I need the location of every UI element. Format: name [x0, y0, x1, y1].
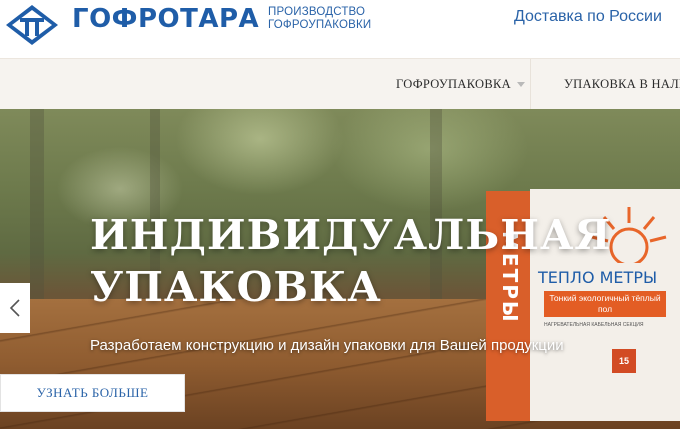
box-fine-print: НАГРЕВАТЕЛЬНАЯ КАБЕЛЬНАЯ СЕКЦИЯ — [544, 322, 644, 328]
hero-subtitle: Разработаем конструкцию и дизайн упаковк… — [90, 337, 564, 354]
hero-title: ИНДИВИДУАЛЬНАЯ УПАКОВКА — [90, 209, 612, 313]
nav-item-upakovka-v-nalichii[interactable]: УПАКОВКА В НАЛИ — [564, 59, 680, 109]
brand-name[interactable]: ГОФРОТАРА — [72, 3, 259, 35]
background-tree — [30, 109, 44, 299]
box-badge: 15 — [612, 349, 636, 373]
nav-item-label: УПАКОВКА В НАЛИ — [564, 77, 680, 91]
hero-title-line: УПАКОВКА — [90, 263, 382, 311]
nav-divider — [530, 59, 531, 109]
chevron-left-icon — [9, 299, 20, 317]
site-header: ГОФРОТАРА ПРОИЗВОДСТВО ГОФРОУПАКОВКИ Дос… — [0, 0, 680, 58]
hero-title-line: ИНДИВИДУАЛЬНАЯ — [90, 211, 612, 259]
delivery-link[interactable]: Доставка по России — [514, 8, 662, 26]
main-nav: ГОФРОУПАКОВКА УПАКОВКА В НАЛИ — [0, 58, 680, 109]
learn-more-button[interactable]: УЗНАТЬ БОЛЬШЕ — [0, 374, 185, 412]
hero-slider: МЕТРЫ ТЕПЛО МЕТРЫ Тонкий экологичный тёп… — [0, 109, 680, 429]
chevron-down-icon — [516, 82, 525, 87]
nav-item-label: ГОФРОУПАКОВКА — [396, 77, 511, 91]
company-logo-icon[interactable] — [4, 3, 60, 47]
nav-item-gofroupakovka[interactable]: ГОФРОУПАКОВКА — [396, 59, 525, 109]
slider-prev-button[interactable] — [0, 283, 30, 333]
brand-tagline: ПРОИЗВОДСТВО ГОФРОУПАКОВКИ — [268, 6, 372, 31]
